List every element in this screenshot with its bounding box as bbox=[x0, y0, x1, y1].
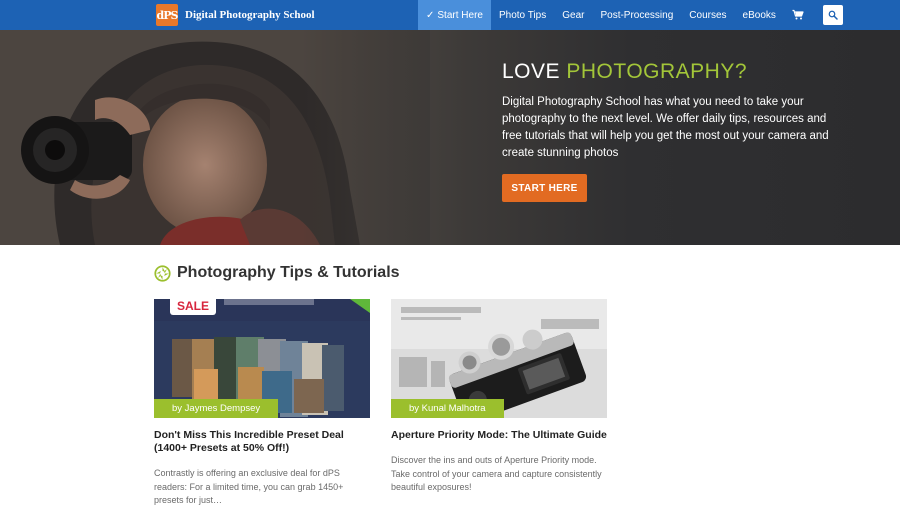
author-byline[interactable]: by Kunal Malhotra bbox=[391, 399, 504, 418]
brand-logo: dPS bbox=[156, 4, 178, 26]
article-excerpt: Contrastly is offering an exclusive deal… bbox=[154, 468, 344, 505]
section-title: Photography Tips & Tutorials bbox=[177, 264, 400, 281]
brand-logo-text: dPS bbox=[156, 8, 179, 22]
hero-title: LOVE PHOTOGRAPHY? bbox=[502, 60, 847, 84]
article-thumbnail[interactable]: SALE by Jaymes Dempsey bbox=[154, 299, 370, 418]
nav-item-ebooks[interactable]: eBooks bbox=[735, 0, 784, 30]
nav-item-label: Photo Tips bbox=[498, 9, 547, 21]
start-here-button[interactable]: START HERE bbox=[502, 174, 587, 202]
article-card[interactable]: SALE by Jaymes Dempsey Don't Miss This I… bbox=[154, 299, 370, 508]
nav-item-photo-tips[interactable]: Photo Tips bbox=[491, 0, 554, 30]
nav-item-label: eBooks bbox=[742, 9, 776, 21]
article-title[interactable]: Aperture Priority Mode: The Ultimate Gui… bbox=[391, 429, 607, 442]
article-title[interactable]: Don't Miss This Incredible Preset Deal (… bbox=[154, 429, 370, 455]
nav-item-label: Gear bbox=[562, 9, 585, 21]
article-excerpt: Discover the ins and outs of Aperture Pr… bbox=[391, 455, 602, 492]
brand-name: Digital Photography School bbox=[185, 9, 315, 21]
nav-item-gear[interactable]: Gear bbox=[554, 0, 592, 30]
main-menu: ✓ Start Here Photo Tips Gear Post-Proces… bbox=[418, 0, 812, 30]
author-byline[interactable]: by Jaymes Dempsey bbox=[154, 399, 279, 418]
article-card[interactable]: by Kunal Malhotra Aperture Priority Mode… bbox=[391, 299, 607, 495]
sale-label: SALE bbox=[177, 299, 209, 313]
hero-banner: LOVE PHOTOGRAPHY? Digital Photography Sc… bbox=[0, 30, 900, 245]
cart-button[interactable] bbox=[784, 0, 812, 30]
hero-text-block: LOVE PHOTOGRAPHY? Digital Photography Sc… bbox=[502, 60, 847, 162]
nav-item-courses[interactable]: Courses bbox=[681, 0, 734, 30]
hero-title-highlight: PHOTOGRAPHY? bbox=[566, 60, 748, 83]
article-thumbnail[interactable]: by Kunal Malhotra bbox=[391, 299, 607, 418]
nav-item-label: Post-Processing bbox=[600, 9, 674, 21]
search-button[interactable] bbox=[823, 5, 843, 25]
check-icon: ✓ bbox=[426, 9, 435, 21]
cart-icon bbox=[792, 9, 804, 20]
aperture-icon bbox=[154, 264, 171, 282]
hero-description: Digital Photography School has what you … bbox=[502, 96, 829, 159]
nav-item-label: Start Here bbox=[437, 9, 483, 21]
top-navigation: dPS Digital Photography School ✓ Start H… bbox=[0, 0, 900, 30]
hero-photographer-image bbox=[0, 30, 430, 245]
nav-item-label: Courses bbox=[689, 9, 727, 21]
nav-item-start-here[interactable]: ✓ Start Here bbox=[418, 0, 491, 30]
nav-item-post-processing[interactable]: Post-Processing bbox=[592, 0, 681, 30]
hero-title-part1: LOVE bbox=[502, 60, 567, 83]
brand-link[interactable]: dPS Digital Photography School bbox=[156, 4, 315, 26]
section-header: Photography Tips & Tutorials bbox=[154, 263, 400, 283]
search-icon bbox=[828, 10, 838, 20]
